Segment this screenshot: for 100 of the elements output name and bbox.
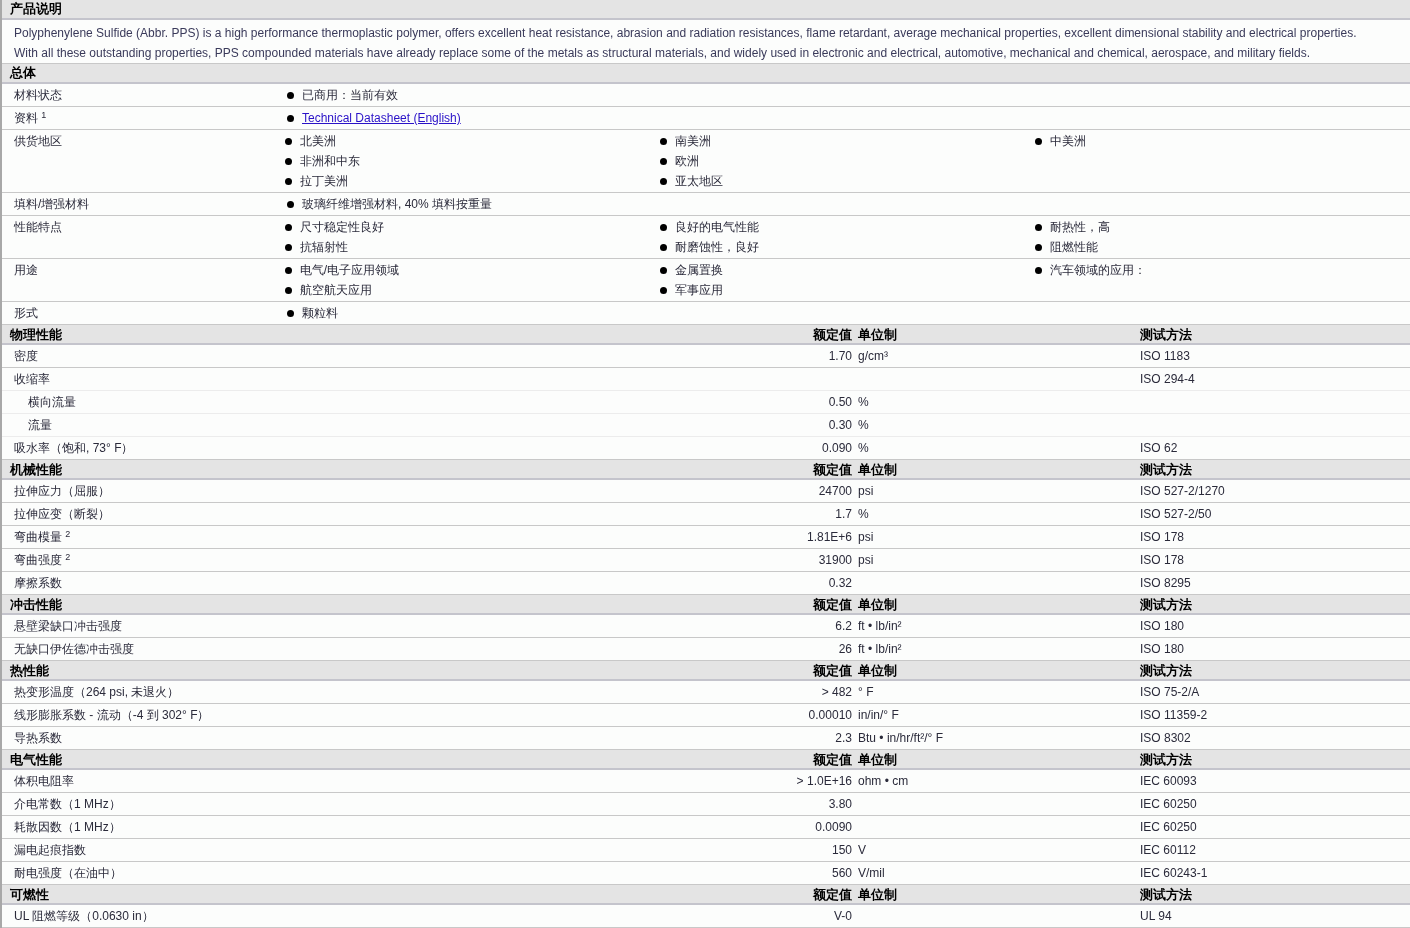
property-label: UL 阻燃等级（0.0630 in） xyxy=(14,909,154,923)
item-text: 汽车领域的应用： xyxy=(1049,262,1146,279)
item-text: 颗粒料 xyxy=(302,305,338,322)
property-unit: % xyxy=(858,395,869,409)
property-value: 1.70 xyxy=(828,349,852,363)
property-label: 摩擦系数 xyxy=(14,576,62,590)
item-text: 良好的电气性能 xyxy=(674,219,759,236)
property-value: 0.0090 xyxy=(815,820,852,834)
field-label: 供货地区 xyxy=(14,133,62,150)
property-label: 耐电强度（在油中） xyxy=(14,866,122,880)
test-method: ISO 294-4 xyxy=(1140,372,1195,386)
column-heading: 额定值 xyxy=(813,462,852,477)
bullet-icon xyxy=(284,137,292,145)
item-text: 南美洲 xyxy=(674,133,711,150)
column-heading: 单位制 xyxy=(858,327,897,342)
item-text: 非洲和中东 xyxy=(299,153,360,170)
column-heading: 测试方法 xyxy=(1140,327,1192,342)
item-text: 耐热性，高 xyxy=(1049,219,1110,236)
item-text: 欧洲 xyxy=(674,153,699,170)
field-label: 形式 xyxy=(14,305,38,322)
bullet-icon xyxy=(284,177,292,185)
section-title: 总体 xyxy=(10,64,36,83)
property-unit: g/cm³ xyxy=(858,349,888,363)
property-value: 0.32 xyxy=(828,576,852,590)
item-text: 航空航天应用 xyxy=(299,282,372,299)
property-label: 弯曲模量 $^{2}$ xyxy=(14,530,71,544)
property-label: 体积电阻率 xyxy=(14,774,74,788)
property-unit: % xyxy=(858,441,869,455)
property-unit: V/mil xyxy=(858,866,885,880)
test-method: ISO 62 xyxy=(1140,441,1178,455)
property-label: 悬壁梁缺口冲击强度 xyxy=(14,619,122,633)
test-method: ISO 527-2/1270 xyxy=(1140,484,1225,498)
property-value: 0.090 xyxy=(821,441,852,455)
test-method: ISO 8302 xyxy=(1140,731,1191,745)
bullet-icon xyxy=(284,286,292,294)
property-label: 吸水率（饱和, 73° F） xyxy=(14,441,134,455)
item-text: 尺寸稳定性良好 xyxy=(299,219,384,236)
property-unit: psi xyxy=(858,530,874,544)
property-label: 弯曲强度 $^{2}$ xyxy=(14,553,71,567)
property-value: 3.80 xyxy=(828,797,852,811)
test-method: ISO 180 xyxy=(1140,619,1185,633)
column-heading: 额定值 xyxy=(813,327,852,342)
column-heading: 测试方法 xyxy=(1140,597,1192,612)
test-method: ISO 11359-2 xyxy=(1140,708,1208,722)
item-text: 中美洲 xyxy=(1049,133,1086,150)
property-unit: psi xyxy=(858,553,874,567)
property-unit: in/in/° F xyxy=(858,708,899,722)
datasheet-link[interactable]: Technical Datasheet (English) xyxy=(302,109,461,127)
test-method: IEC 60243-1 xyxy=(1140,866,1208,880)
item-text: 北美洲 xyxy=(299,133,336,150)
column-heading: 测试方法 xyxy=(1140,752,1192,767)
property-unit: ft • lb/in² xyxy=(858,619,902,633)
test-method: IEC 60112 xyxy=(1140,843,1196,857)
property-value: 31900 xyxy=(818,553,852,567)
column-heading: 单位制 xyxy=(858,663,897,678)
bullet-icon xyxy=(284,266,292,274)
bullet-icon xyxy=(1034,137,1042,145)
property-label: 导热系数 xyxy=(14,731,62,745)
bullet-icon xyxy=(287,114,294,122)
property-label: 介电常数（1 MHz） xyxy=(14,797,121,811)
property-label: 耗散因数（1 MHz） xyxy=(14,820,121,834)
property-value: 1.81E+6 xyxy=(806,530,852,544)
bullet-icon xyxy=(284,223,292,231)
property-value: 150 xyxy=(831,843,852,857)
property-value: 0.30 xyxy=(828,418,852,432)
item-text: 拉丁美洲 xyxy=(299,173,348,190)
test-method: ISO 527-2/50 xyxy=(1140,507,1212,521)
property-unit: ft • lb/in² xyxy=(858,642,902,656)
property-label: 无缺口伊佐德冲击强度 xyxy=(14,642,134,656)
bullet-icon xyxy=(659,223,667,231)
column-heading: 单位制 xyxy=(858,752,897,767)
property-value: V-0 xyxy=(834,909,852,923)
test-method: ISO 180 xyxy=(1140,642,1185,656)
property-unit: psi xyxy=(858,484,874,498)
property-unit: % xyxy=(858,418,869,432)
bullet-icon xyxy=(659,157,667,165)
property-label: 密度 xyxy=(14,349,38,363)
section-title: 热性能 xyxy=(10,663,49,678)
bullet-icon xyxy=(1034,243,1042,251)
column-heading: 测试方法 xyxy=(1140,663,1192,678)
column-heading: 单位制 xyxy=(858,597,897,612)
section-title: 物理性能 xyxy=(10,327,62,342)
section-title: 可燃性 xyxy=(10,887,49,902)
property-value: 1.7 xyxy=(835,507,852,521)
column-heading: 额定值 xyxy=(813,597,852,612)
property-value: > 1.0E+16 xyxy=(796,774,852,788)
item-text: 阻燃性能 xyxy=(1049,239,1098,256)
section-title: 产品说明 xyxy=(10,0,62,19)
test-method: IEC 60250 xyxy=(1140,797,1197,811)
property-value: 2.3 xyxy=(835,731,852,745)
property-unit: Btu • in/hr/ft²/° F xyxy=(858,731,944,745)
bullet-icon xyxy=(659,286,667,294)
property-unit: V xyxy=(858,843,866,857)
item-text: 抗辐射性 xyxy=(299,239,348,256)
column-heading: 额定值 xyxy=(813,752,852,767)
description-text: With all these outstanding properties, PPS compounded materials have already replace some of the metals as structural materials, and widely used in electronic and electrical, automotive, mechanical and chemical, aerospace, and military fields. xyxy=(14,45,1311,62)
property-label: 热变形温度（264 psi, 未退火） xyxy=(14,685,180,699)
property-label: 拉伸应变（断裂） xyxy=(14,507,110,521)
property-value: 560 xyxy=(831,866,852,880)
test-method: IEC 60250 xyxy=(1140,820,1197,834)
